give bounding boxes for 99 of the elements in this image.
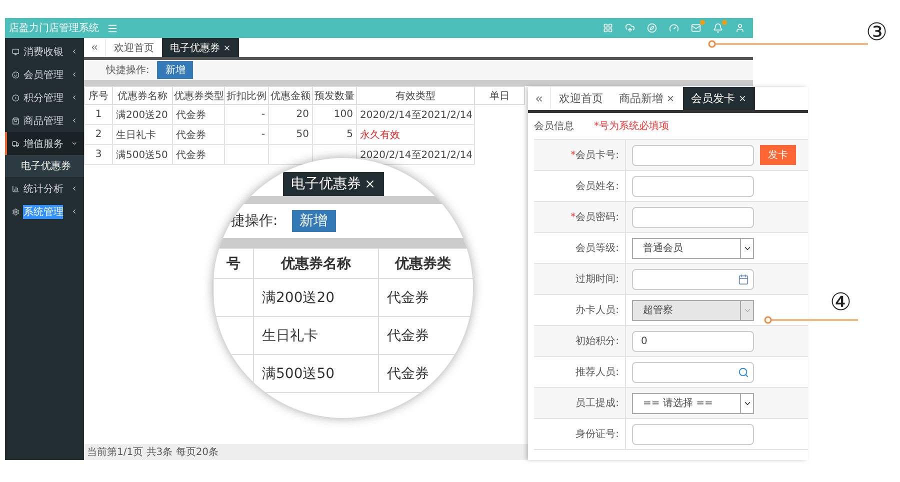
- truck-icon: [12, 138, 20, 148]
- close-icon: [364, 178, 376, 190]
- menu-icon[interactable]: [107, 22, 118, 34]
- input-field[interactable]: 0: [632, 330, 754, 352]
- table-cell: 50: [268, 124, 312, 144]
- quick-actions-label: 快捷操作:: [106, 64, 150, 77]
- column-header: 优惠券类: [378, 248, 473, 278]
- double-chevron-left-icon: [90, 43, 99, 52]
- column-header: 序号: [84, 86, 112, 104]
- table-cell: 2020/2/14至2021/2/14: [356, 104, 474, 124]
- monitor-icon: [12, 46, 20, 56]
- column-header: 优惠券类型: [172, 86, 224, 104]
- chevron-left-icon: [71, 70, 78, 79]
- field-label: 会员等级:: [534, 233, 626, 263]
- table-cell: 生日礼卡: [112, 124, 172, 144]
- field-label: 员工提成:: [534, 388, 626, 418]
- table-cell: 代金券: [172, 124, 224, 144]
- table-cell: 5: [312, 124, 356, 144]
- table-cell: 1: [84, 104, 112, 124]
- table-cell: 满500送50: [112, 144, 172, 164]
- field-label: 初始积分:: [534, 326, 626, 356]
- table-cell: [224, 144, 268, 164]
- sidebar-item[interactable]: 商品管理: [5, 109, 84, 132]
- cloud-upload-icon[interactable]: [625, 23, 635, 33]
- field-label: 身份证号:: [534, 419, 626, 449]
- calendar-icon: [738, 274, 749, 284]
- chevron-left-icon: [71, 207, 78, 216]
- callout-number: ④: [830, 290, 852, 314]
- column-header: 折扣比例: [224, 86, 268, 104]
- field-label: *会员密码:: [534, 202, 626, 232]
- column-header: 有效类型: [356, 86, 474, 104]
- settings-icon: [12, 206, 20, 216]
- sidebar-label: 增值服务: [23, 138, 64, 150]
- column-header: 预发数量: [312, 86, 356, 104]
- double-chevron-left-icon: [534, 94, 544, 104]
- callout-number: ③: [866, 20, 888, 44]
- select-field[interactable]: 普通会员: [632, 238, 754, 258]
- chevron-left-icon: [71, 184, 78, 193]
- sidebar-label: 统计分析: [23, 182, 64, 196]
- field-label: *会员卡号:: [534, 140, 626, 170]
- select-field[interactable]: == 请选择 ==: [632, 392, 754, 414]
- sidebar-item[interactable]: 增值服务: [5, 132, 84, 155]
- input-field[interactable]: [632, 206, 754, 228]
- chart-icon: [12, 184, 20, 194]
- tab[interactable]: 会员发卡: [683, 87, 755, 110]
- input-field[interactable]: [632, 176, 754, 196]
- sidebar-subitem[interactable]: 电子优惠券: [5, 155, 84, 177]
- table-cell: 100: [312, 104, 356, 124]
- sidebar-item[interactable]: 会员管理: [5, 63, 84, 86]
- app-title: 店盈力门店管理系统: [9, 22, 99, 35]
- required-note: *号为系统必填项: [594, 120, 669, 133]
- table-cell: 20: [268, 104, 312, 124]
- table-cell: 满200送20: [112, 104, 172, 124]
- chevron-left-icon: [71, 47, 78, 56]
- column-header: 优惠金额: [268, 86, 312, 104]
- column-header: 优惠券名称: [254, 248, 378, 278]
- sidebar-label: 会员管理: [23, 68, 64, 82]
- table-cell: 代金券: [172, 104, 224, 124]
- table-cell: 满200送20: [254, 278, 378, 316]
- table-cell: 代金券: [172, 144, 224, 164]
- target-icon: [12, 92, 20, 102]
- chevron-left-icon: [71, 116, 78, 125]
- add-button[interactable]: 新增: [157, 61, 194, 79]
- sidebar-item[interactable]: 积分管理: [5, 86, 84, 109]
- chevron-left-icon: [71, 93, 78, 102]
- smile-icon: [12, 70, 20, 80]
- gauge-icon[interactable]: [669, 23, 679, 33]
- input-field[interactable]: [632, 424, 754, 444]
- sidebar-label: 消费收银: [23, 46, 64, 58]
- tab[interactable]: 电子优惠券: [162, 38, 239, 57]
- table-cell: -: [224, 124, 268, 144]
- field-label: 推荐人员:: [534, 357, 626, 387]
- date-field[interactable]: [632, 268, 754, 290]
- sidebar-item[interactable]: 消费收银: [5, 40, 84, 63]
- sidebar-label: 商品管理: [23, 114, 64, 128]
- compass-icon[interactable]: [647, 23, 657, 33]
- column-header: 号: [214, 248, 254, 278]
- user-icon[interactable]: [735, 23, 745, 33]
- column-header: 单日: [474, 86, 524, 104]
- search-icon: [738, 366, 749, 378]
- search-field[interactable]: [632, 362, 754, 382]
- grid-icon[interactable]: [603, 23, 613, 33]
- field-label: 过期时间:: [534, 264, 626, 294]
- section-title: 会员信息: [534, 120, 574, 133]
- table-cell: 生日礼卡: [254, 316, 378, 354]
- table-cell: 3: [84, 144, 112, 164]
- add-button[interactable]: 新增: [292, 210, 336, 232]
- field-label: 会员姓名:: [534, 171, 626, 201]
- table-cell: 2: [84, 124, 112, 144]
- table-cell: 永久有效: [356, 124, 474, 144]
- input-field[interactable]: [632, 144, 754, 166]
- table-cell: -: [224, 104, 268, 124]
- close-icon[interactable]: [666, 94, 675, 103]
- column-header: 优惠券名称: [112, 86, 172, 104]
- sidebar-item[interactable]: 统计分析: [5, 177, 84, 200]
- sidebar-label: 积分管理: [23, 92, 64, 104]
- quick-actions-label: 捷操作:: [231, 212, 278, 230]
- field-label: 办卡人员:: [534, 295, 626, 325]
- bag-icon: [12, 116, 20, 126]
